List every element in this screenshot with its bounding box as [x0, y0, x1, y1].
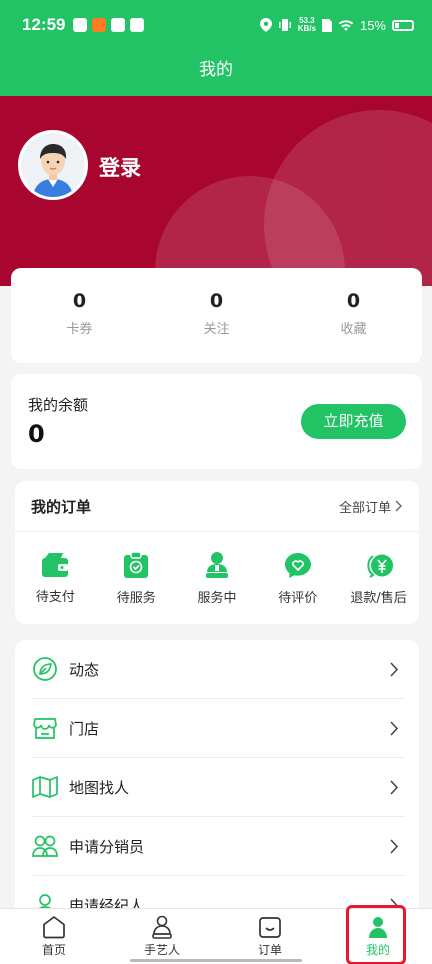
notification-app-icon — [73, 18, 88, 32]
tab-label: 订单 — [257, 943, 282, 957]
people-icon — [32, 835, 58, 857]
order-icon — [259, 917, 281, 938]
stats-card: 0 卡券 0 关注 0 收藏 — [11, 268, 422, 363]
menu-item-apply-distributor[interactable]: 申请分销员 — [15, 817, 419, 875]
menu-item-map-search[interactable]: 地图找人 — [15, 758, 419, 816]
profile-header: 登录 — [0, 96, 432, 286]
tab-home[interactable]: 首页 — [0, 909, 108, 964]
clipboard-check-icon — [124, 552, 149, 578]
order-status-label: 退款/售后 — [350, 591, 407, 606]
store-icon — [33, 718, 57, 739]
chevron-right-icon — [390, 661, 399, 677]
wallet-icon — [42, 553, 69, 577]
tab-label: 手艺人 — [143, 943, 180, 957]
stat-value: 0 — [72, 290, 87, 312]
order-status-label: 待服务 — [116, 591, 156, 606]
menu-item-label: 地图找人 — [69, 778, 130, 797]
recharge-button[interactable]: 立即充值 — [301, 404, 406, 439]
balance-title: 我的余额 — [28, 396, 89, 414]
craftsman-icon — [152, 915, 172, 939]
chevron-right-icon — [395, 500, 402, 512]
leaf-icon — [33, 657, 57, 681]
net-speed: 53.3 KB/s — [297, 16, 316, 33]
order-status-label: 待支付 — [35, 590, 75, 605]
battery-icon — [392, 19, 414, 31]
stat-coupons[interactable]: 0 卡券 — [11, 268, 148, 363]
stat-label: 关注 — [203, 322, 230, 337]
avatar-illustration — [21, 133, 85, 197]
chevron-right-icon — [390, 838, 399, 854]
home-icon — [43, 916, 65, 939]
gesture-bar — [130, 959, 302, 962]
status-time: 12:59 — [22, 15, 66, 34]
sim-icon — [321, 18, 332, 32]
notification-app-icon — [92, 18, 107, 32]
balance-amount: 0 — [28, 420, 45, 448]
login-button[interactable]: 登录 — [99, 152, 141, 182]
decor-circle — [264, 110, 432, 286]
page-title: 我的 — [0, 50, 432, 96]
stat-label: 收藏 — [340, 322, 367, 337]
vibrate-icon — [278, 19, 291, 31]
order-in-service[interactable]: 服务中 — [177, 552, 258, 606]
menu-item-label: 动态 — [69, 660, 100, 679]
avatar[interactable] — [18, 130, 88, 200]
heart-chat-icon — [284, 553, 311, 578]
calendar-icon — [130, 18, 145, 32]
worker-icon — [205, 552, 228, 578]
tab-label: 首页 — [41, 943, 66, 957]
tab-craftsman[interactable]: 手艺人 — [108, 909, 216, 964]
active-tab-highlight — [346, 905, 406, 964]
order-refund-aftersale[interactable]: 退款/售后 — [338, 552, 419, 606]
mail-icon — [111, 18, 126, 32]
yen-refund-icon — [366, 554, 393, 578]
orders-card: 我的订单 全部订单 待支付 待服务 服务中 待评价 退款/售后 — [15, 481, 419, 624]
tab-orders[interactable]: 订单 — [216, 909, 324, 964]
map-icon — [32, 776, 58, 798]
chevron-right-icon — [390, 779, 399, 795]
menu-item-label: 门店 — [69, 719, 100, 738]
orders-header: 我的订单 全部订单 — [15, 481, 419, 532]
order-status-label: 服务中 — [197, 591, 237, 606]
stat-value: 0 — [209, 290, 224, 312]
order-pending-review[interactable]: 待评价 — [257, 552, 338, 606]
stat-favorites[interactable]: 0 收藏 — [285, 268, 422, 363]
all-orders-link[interactable]: 全部订单 — [339, 497, 403, 516]
order-pending-service[interactable]: 待服务 — [96, 552, 177, 606]
order-status-label: 待评价 — [278, 591, 318, 606]
location-icon — [259, 18, 272, 32]
menu-item-feed[interactable]: 动态 — [15, 640, 419, 698]
menu-item-store[interactable]: 门店 — [15, 699, 419, 757]
order-pending-payment[interactable]: 待支付 — [15, 552, 96, 606]
menu-list: 动态 门店 地图找人 申请分销员 申请经纪人 — [15, 640, 419, 940]
all-orders-label: 全部订单 — [338, 500, 391, 516]
status-bar: 12:59 53.3 KB/s 15% — [0, 0, 432, 50]
stat-value: 0 — [346, 290, 361, 312]
chevron-right-icon — [390, 720, 399, 736]
battery-text: 15% — [359, 17, 386, 33]
stat-following[interactable]: 0 关注 — [148, 268, 285, 363]
stat-label: 卡券 — [66, 322, 93, 337]
notification-icons — [73, 18, 145, 32]
menu-item-label: 申请分销员 — [69, 837, 145, 856]
wifi-icon — [338, 19, 354, 31]
order-status-row: 待支付 待服务 服务中 待评价 退款/售后 — [15, 532, 419, 606]
orders-title: 我的订单 — [31, 497, 92, 516]
balance-card: 我的余额 0 立即充值 — [11, 374, 422, 469]
